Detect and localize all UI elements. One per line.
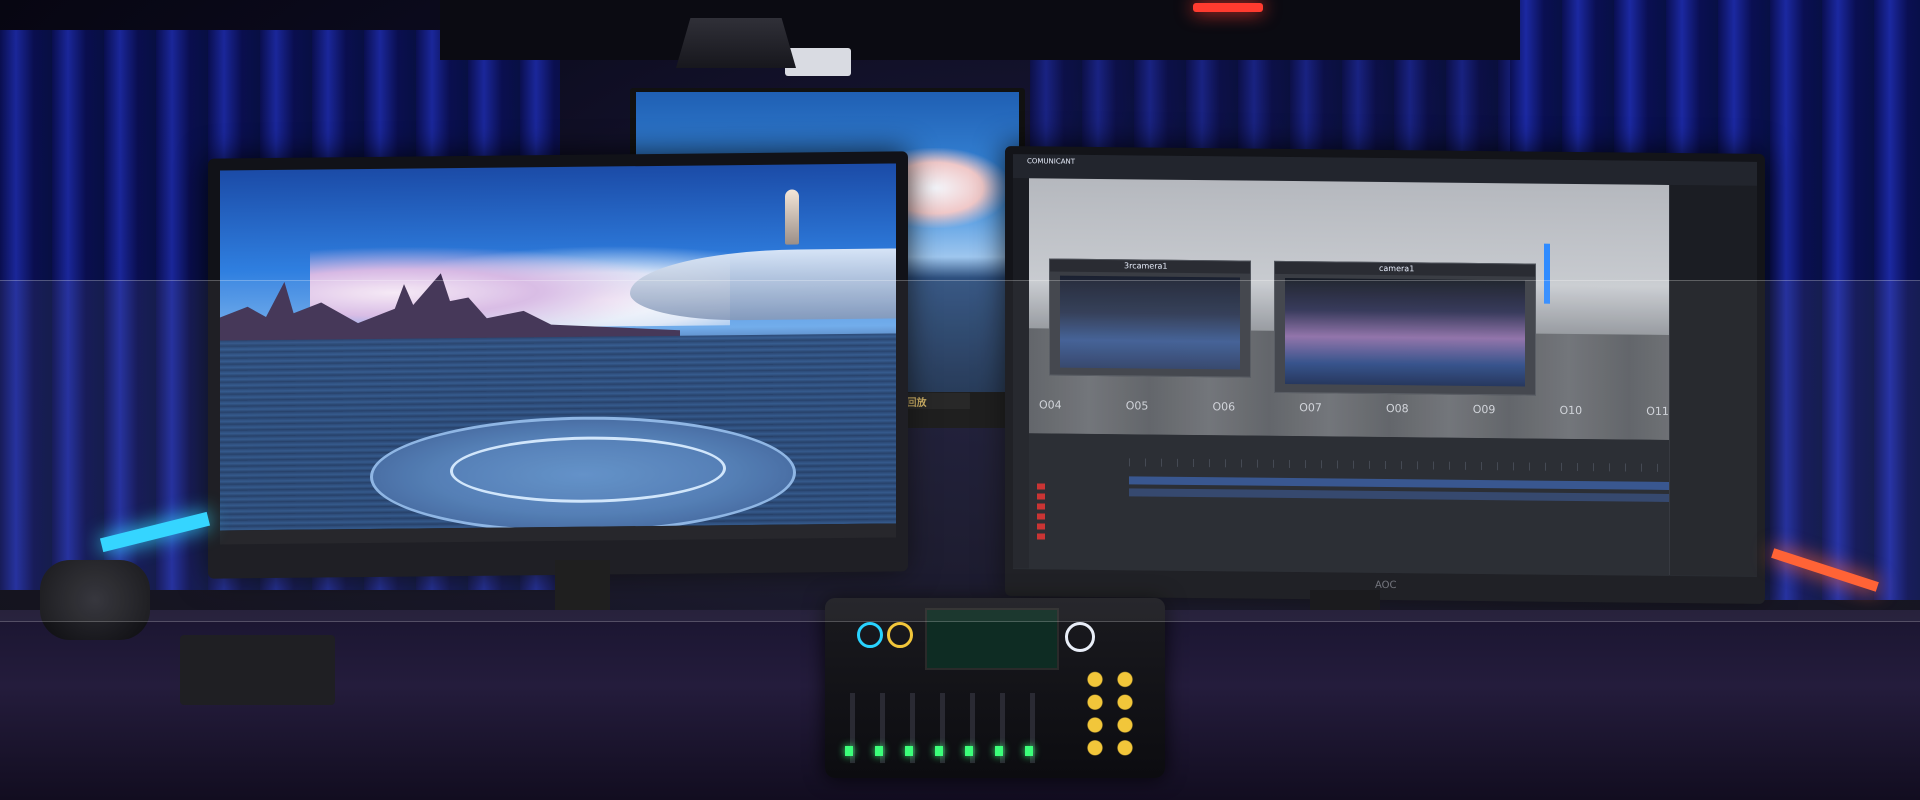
mixer-knob-yellow: [887, 622, 913, 648]
projector: [785, 48, 851, 76]
photo-scene: IT回放 COMUNICANT O04 O05 O06 O07 O08 O09 …: [0, 0, 1920, 800]
mixer-number-pad: [1080, 668, 1140, 763]
mixer-console: [825, 598, 1165, 778]
ceiling-light-red: [1193, 3, 1263, 12]
left-desk-device: [180, 635, 335, 705]
mixer-knob-right: [1065, 622, 1095, 652]
highlight-band: [0, 280, 1920, 622]
mixer-fader-leds: [845, 746, 1055, 756]
ceiling: [440, 0, 1520, 60]
camera-panel-2-title-bar: camera1: [1275, 261, 1535, 277]
camera-panel-1-title-bar: 3rcamera1: [1050, 259, 1250, 274]
ceiling-fixture: [676, 18, 796, 68]
camera-panel-1-title: 3rcamera1: [1124, 261, 1168, 271]
left-screen-tower: [785, 189, 799, 245]
app-logo: COMUNICANT: [1027, 157, 1076, 166]
camera-panel-2-title: camera1: [1379, 263, 1415, 274]
mixer-knob-cyan: [857, 622, 883, 648]
